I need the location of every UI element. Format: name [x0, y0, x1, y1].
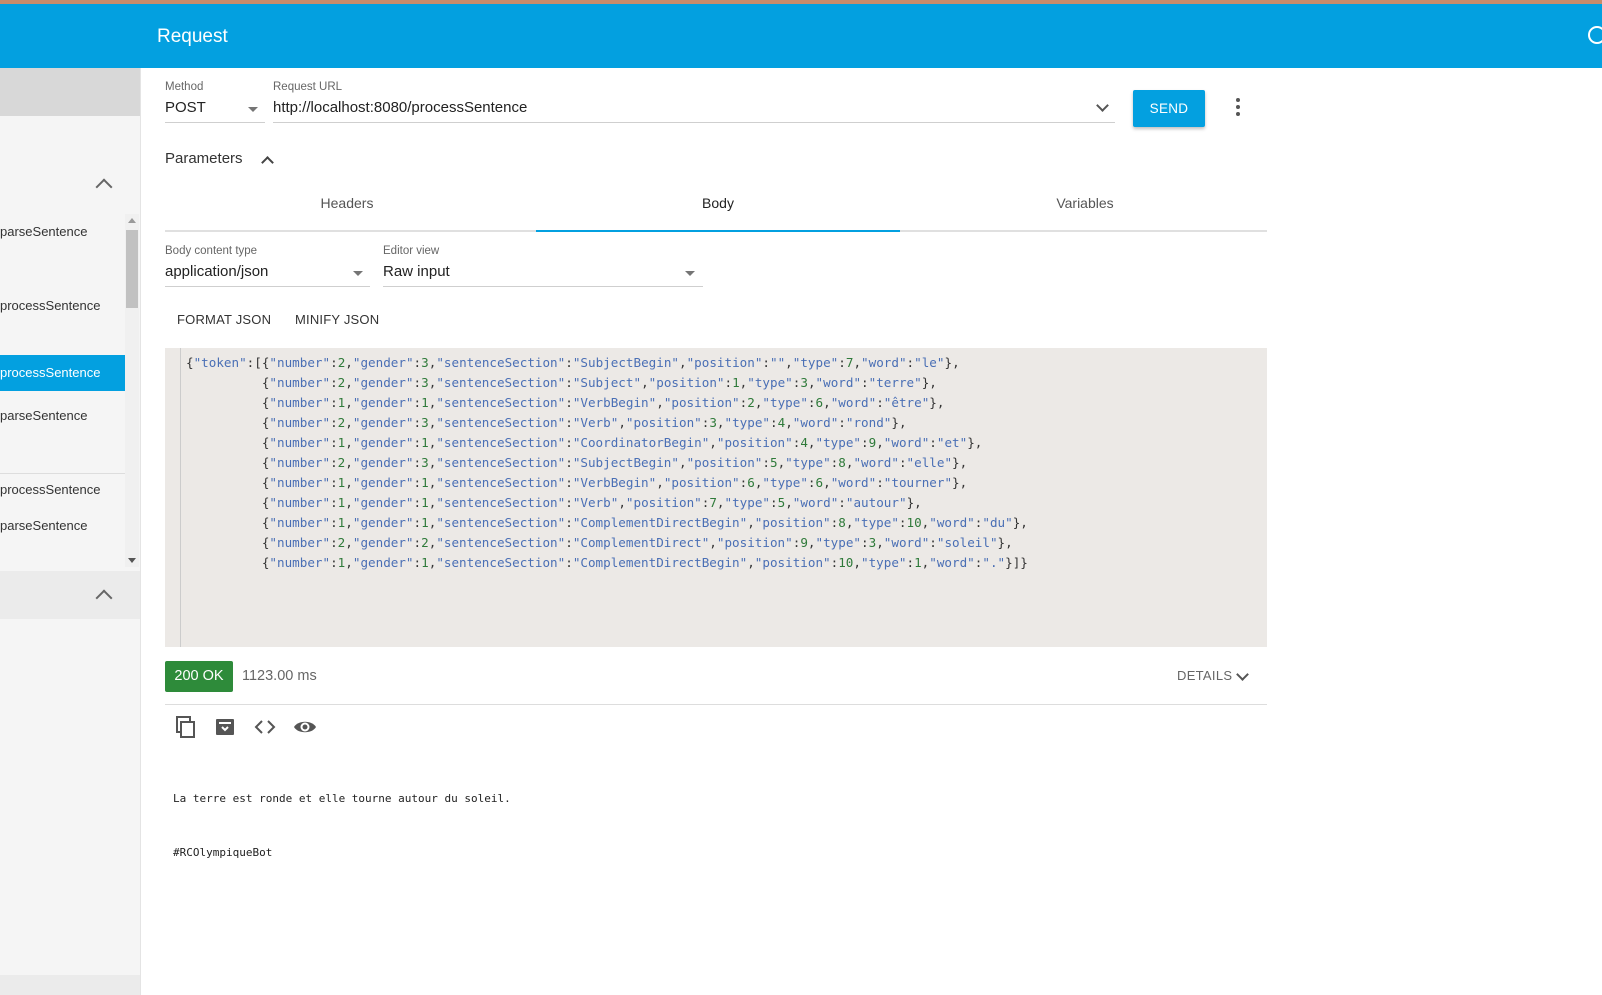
send-button[interactable]: SEND — [1133, 90, 1205, 127]
editor-line: {"number":2,"gender":3,"sentenceSection"… — [186, 375, 937, 390]
format-json-button[interactable]: FORMAT JSON — [177, 312, 271, 327]
editor-view-select[interactable]: Raw input — [383, 261, 703, 287]
more-options-icon[interactable] — [1236, 98, 1240, 116]
status-badge: 200 OK — [165, 661, 233, 692]
app-bar: Request — [0, 4, 1602, 68]
history-item-label: processSentence — [0, 365, 101, 380]
history-item[interactable]: processSentence — [0, 288, 125, 324]
editor-line: {"number":2,"gender":3,"sentenceSection"… — [186, 455, 968, 470]
details-label: DETAILS — [1177, 668, 1233, 683]
tab-headers[interactable]: Headers — [165, 189, 529, 230]
sidebar: parseSentence processSentence processSen… — [0, 68, 141, 995]
body-content-type-value: application/json — [165, 263, 269, 280]
minify-json-button[interactable]: MINIFY JSON — [295, 312, 379, 327]
history-item[interactable]: processSentence — [0, 472, 125, 508]
save-icon[interactable] — [213, 715, 237, 739]
history-item-label: processSentence — [0, 482, 101, 497]
editor-line: {"token":[{"number":2,"gender":3,"senten… — [186, 355, 960, 370]
editor-view-caret-icon[interactable] — [685, 271, 695, 276]
response-body: La terre est ronde et elle tourne autour… — [173, 754, 511, 880]
method-value: POST — [165, 99, 206, 116]
history-item[interactable]: parseSentence — [0, 508, 125, 544]
method-label: Method — [165, 81, 204, 93]
content-type-caret-icon[interactable] — [353, 271, 363, 276]
parameters-chevron-up-icon[interactable] — [261, 156, 274, 169]
editor-gutter — [165, 348, 181, 647]
editor-line: {"number":2,"gender":3,"sentenceSection"… — [186, 415, 907, 430]
url-label: Request URL — [273, 81, 343, 93]
history-item-label: processSentence — [0, 298, 101, 313]
editor-line: {"number":1,"gender":1,"sentenceSection"… — [186, 555, 1028, 570]
parameters-tabs: Headers Body Variables — [165, 189, 1267, 232]
response-divider — [165, 704, 1267, 705]
body-editor[interactable]: {"token":[{"number":2,"gender":3,"senten… — [165, 348, 1267, 647]
history-divider — [0, 473, 125, 474]
response-line: La terre est ronde et elle tourne autour… — [173, 792, 511, 805]
body-content-type-label: Body content type — [165, 245, 258, 257]
tab-variables[interactable]: Variables — [903, 189, 1267, 230]
response-time: 1123.00 ms — [242, 668, 317, 684]
collapse-history-chevron-icon[interactable] — [95, 178, 113, 196]
history-scrollbar[interactable] — [125, 214, 139, 567]
details-chevron-down-icon[interactable] — [1236, 668, 1249, 681]
parameters-toggle[interactable]: Parameters — [165, 150, 243, 167]
code-icon[interactable] — [253, 715, 277, 739]
editor-content[interactable]: {"token":[{"number":2,"gender":3,"senten… — [186, 353, 1028, 573]
history-item-label: parseSentence — [0, 408, 88, 423]
url-input[interactable]: http://localhost:8080/processSentence — [273, 97, 1115, 123]
editor-line: {"number":2,"gender":2,"sentenceSection"… — [186, 535, 1013, 550]
history-item[interactable]: parseSentence — [0, 398, 125, 434]
eye-icon[interactable] — [293, 715, 317, 739]
editor-line: {"number":1,"gender":1,"sentenceSection"… — [186, 395, 945, 410]
history-item-label: parseSentence — [0, 224, 88, 239]
method-dropdown-caret-icon[interactable] — [248, 107, 258, 112]
history-item-label: parseSentence — [0, 518, 88, 533]
editor-view-label: Editor view — [383, 245, 440, 257]
editor-view-value: Raw input — [383, 263, 450, 280]
history-item-active[interactable]: processSentence — [0, 355, 125, 391]
saved-section-header — [0, 571, 140, 619]
body-content-type-select[interactable]: application/json — [165, 261, 370, 287]
help-icon[interactable] — [1588, 26, 1602, 44]
scroll-down-icon[interactable] — [128, 558, 136, 563]
scroll-up-icon[interactable] — [128, 218, 136, 223]
response-line: #RCOlympiqueBot — [173, 846, 273, 859]
editor-line: {"number":1,"gender":1,"sentenceSection"… — [186, 435, 983, 450]
url-value: http://localhost:8080/processSentence — [273, 99, 528, 116]
editor-line: {"number":1,"gender":1,"sentenceSection"… — [186, 475, 968, 490]
editor-line: {"number":1,"gender":1,"sentenceSection"… — [186, 515, 1028, 530]
scroll-thumb[interactable] — [126, 230, 138, 308]
tab-body[interactable]: Body — [536, 189, 900, 232]
history-list: parseSentence processSentence processSen… — [0, 214, 125, 567]
sidebar-header — [0, 68, 140, 116]
projects-section-header — [0, 975, 140, 995]
page-title: Request — [157, 26, 228, 47]
history-item[interactable]: parseSentence — [0, 214, 125, 250]
details-toggle[interactable]: DETAILS — [1177, 668, 1232, 683]
copy-icon[interactable] — [173, 715, 197, 739]
editor-line: {"number":1,"gender":1,"sentenceSection"… — [186, 495, 922, 510]
